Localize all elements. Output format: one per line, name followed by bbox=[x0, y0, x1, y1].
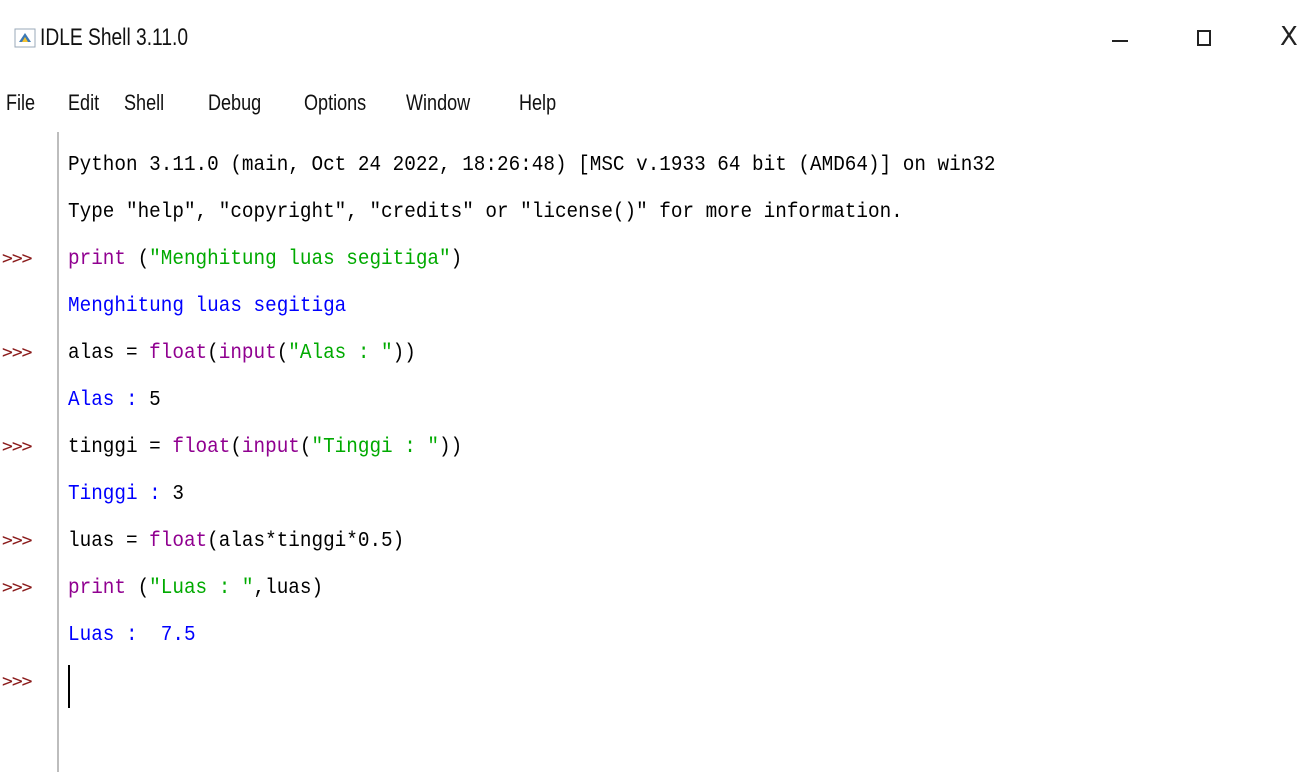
prompt-marker: >>> bbox=[2, 671, 32, 692]
minimize-button[interactable] bbox=[1090, 14, 1150, 60]
window-title: IDLE Shell 3.11.0 bbox=[40, 24, 189, 51]
idle-shell-window: IDLE Shell 3.11.0 X File Edit Shell Debu… bbox=[0, 0, 1297, 772]
text-cursor bbox=[68, 665, 70, 708]
prompt-marker: >>> bbox=[2, 248, 32, 269]
close-icon: X bbox=[1280, 22, 1297, 52]
prompt-marker: >>> bbox=[2, 342, 32, 363]
prompt-marker: >>> bbox=[2, 577, 32, 598]
menu-window[interactable]: Window bbox=[406, 90, 470, 116]
title-bar: IDLE Shell 3.11.0 X bbox=[0, 0, 1297, 80]
menu-file[interactable]: File bbox=[6, 90, 35, 116]
python-icon bbox=[14, 28, 36, 48]
maximize-button[interactable] bbox=[1175, 14, 1235, 60]
menu-debug[interactable]: Debug bbox=[208, 90, 261, 116]
menu-edit[interactable]: Edit bbox=[68, 90, 99, 116]
menu-help[interactable]: Help bbox=[519, 90, 556, 116]
prompt-marker: >>> bbox=[2, 530, 32, 551]
gutter-divider bbox=[57, 132, 59, 772]
menu-options[interactable]: Options bbox=[304, 90, 366, 116]
shell-text-area[interactable] bbox=[60, 132, 1297, 772]
menu-bar: File Edit Shell Debug Options Window Hel… bbox=[0, 80, 1297, 132]
close-button[interactable]: X bbox=[1260, 14, 1297, 60]
prompt-marker: >>> bbox=[2, 436, 32, 457]
menu-shell[interactable]: Shell bbox=[124, 90, 164, 116]
